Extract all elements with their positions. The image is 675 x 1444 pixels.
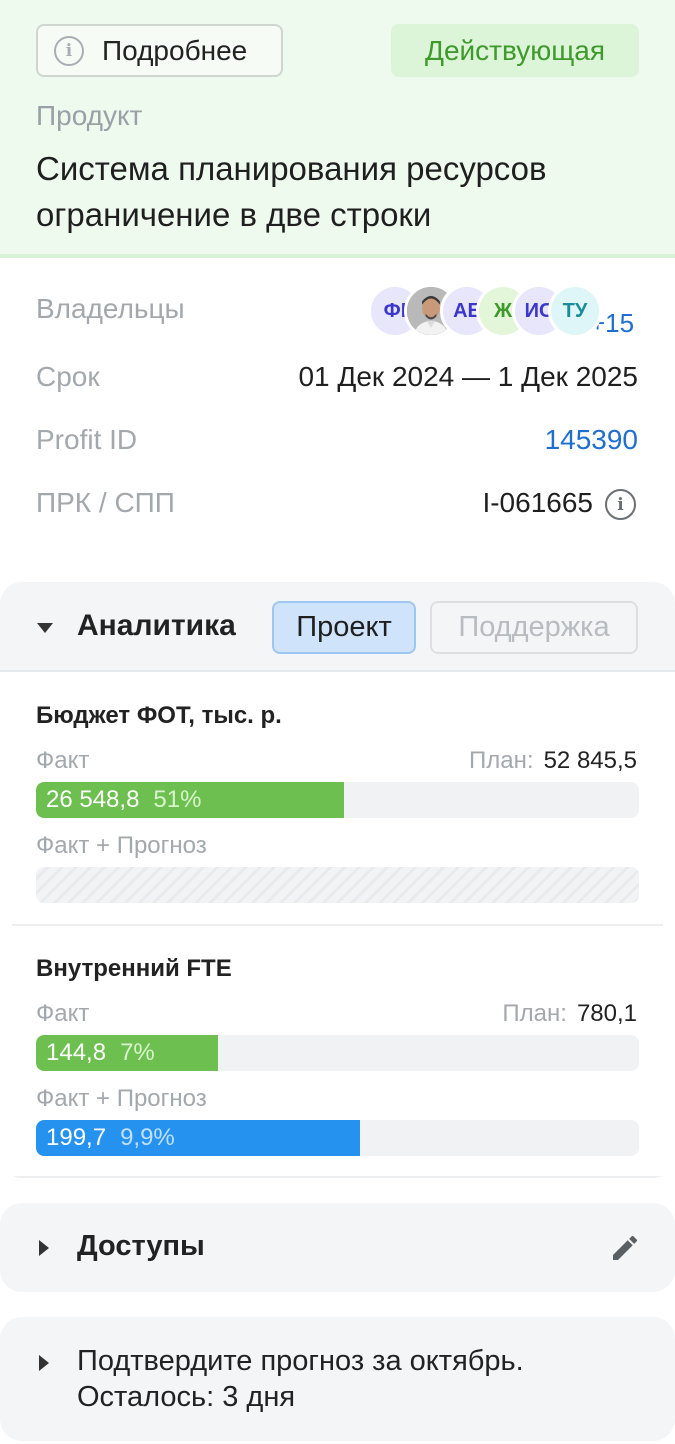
- forecast-label: Факт + Прогноз: [36, 832, 207, 859]
- status-badge: Действующая: [391, 24, 639, 77]
- metric-title: Внутренний FTE: [36, 955, 232, 982]
- analytics-header[interactable]: Аналитика Проект Поддержка: [0, 582, 675, 672]
- metric-title: Бюджет ФОТ, тыс. р.: [36, 702, 282, 729]
- tab-project[interactable]: Проект: [272, 601, 416, 654]
- divider: [12, 924, 663, 926]
- forecast-progress-bar-empty: [36, 867, 639, 903]
- fact-label: Факт: [36, 1000, 90, 1027]
- divider: [12, 1176, 663, 1178]
- fact-percent: 51%: [153, 786, 202, 813]
- product-label: Продукт: [36, 100, 143, 131]
- analytics-title: Аналитика: [77, 609, 236, 642]
- forecast-notice-card[interactable]: Подтвердите прогноз за октябрь. Осталось…: [0, 1317, 675, 1441]
- analytics-card: Аналитика Проект Поддержка Бюджет ФОТ, т…: [0, 582, 675, 1178]
- more-details-label: Подробнее: [102, 34, 248, 66]
- fact-label: Факт: [36, 747, 90, 774]
- fact-percent: 7%: [120, 1039, 155, 1066]
- access-title: Доступы: [77, 1230, 205, 1262]
- plan-value: 780,1: [576, 1000, 637, 1027]
- term-value: 01 Дек 2024 — 1 Дек 2025: [298, 361, 638, 392]
- forecast-percent: 9,9%: [120, 1124, 175, 1151]
- owners-label: Владельцы: [36, 293, 185, 324]
- forecast-label: Факт + Прогноз: [36, 1085, 207, 1112]
- fact-value: 144,8: [46, 1039, 107, 1066]
- product-name: Система планирования ресурсов ограничени…: [36, 150, 547, 233]
- owners-avatar-group[interactable]: ФІ АЕ Ж ИС ТУ +15: [368, 284, 648, 340]
- info-icon[interactable]: i: [605, 489, 636, 520]
- fact-progress-bar: 144,8 7%: [36, 1035, 639, 1071]
- product-header: i Подробнее Действующая Продукт Система …: [0, 0, 675, 258]
- forecast-value: 199,7: [46, 1124, 107, 1151]
- plan-value: 52 845,5: [543, 747, 637, 774]
- term-label: Срок: [36, 361, 100, 392]
- forecast-progress-fill: 199,7 9,9%: [36, 1120, 360, 1156]
- tab-support[interactable]: Поддержка: [430, 601, 638, 654]
- profit-id-label: Profit ID: [36, 424, 138, 455]
- plan-summary: План: 780,1: [502, 1000, 637, 1028]
- profit-id-link[interactable]: 145390: [545, 424, 638, 456]
- prk-spp-value: I-061665: [482, 487, 593, 518]
- edit-icon[interactable]: [609, 1232, 641, 1264]
- access-card[interactable]: Доступы: [0, 1203, 675, 1292]
- caret-right-icon: [39, 1240, 49, 1256]
- info-icon: i: [54, 35, 84, 66]
- forecast-notice-text: Подтвердите прогноз за октябрь. Осталось…: [77, 1345, 524, 1413]
- caret-right-icon: [39, 1355, 49, 1371]
- prk-spp-label: ПРК / СПП: [36, 487, 175, 518]
- plan-summary: План: 52 845,5: [469, 747, 637, 775]
- plan-label: План:: [502, 1000, 567, 1027]
- forecast-progress-bar: 199,7 9,9%: [36, 1120, 639, 1156]
- fact-progress-fill: 26 548,8 51%: [36, 782, 344, 818]
- fact-progress-bar: 26 548,8 51%: [36, 782, 639, 818]
- fact-progress-fill: 144,8 7%: [36, 1035, 218, 1071]
- owner-avatar[interactable]: ТУ: [548, 284, 602, 338]
- fact-value: 26 548,8: [46, 786, 140, 813]
- plan-label: План:: [469, 747, 534, 774]
- caret-down-icon: [37, 623, 53, 633]
- more-details-button[interactable]: i Подробнее: [36, 24, 283, 77]
